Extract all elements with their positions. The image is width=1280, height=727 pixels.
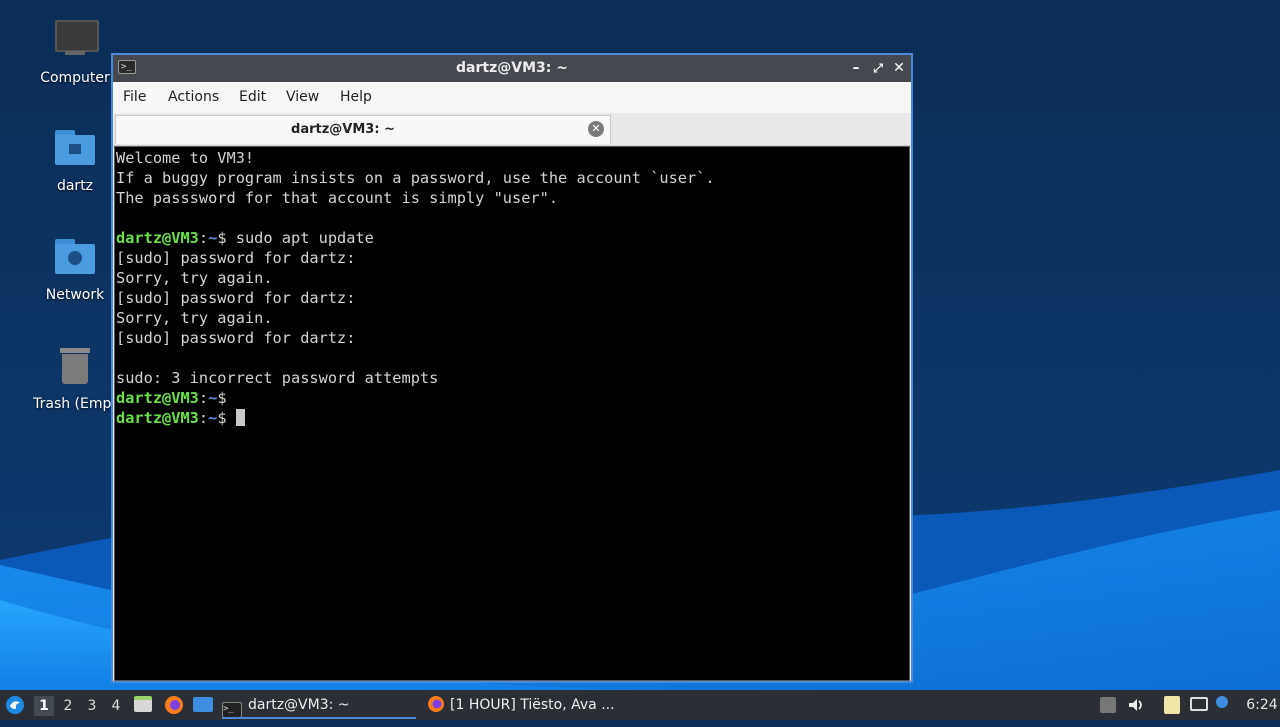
task-label: dartz@VM3: ~ (248, 697, 350, 713)
menu-edit[interactable]: Edit (239, 89, 266, 105)
file-manager-icon (134, 696, 152, 712)
prompt-path: ~ (208, 389, 218, 407)
terminal-prompt-line: dartz@VM3:~$ sudo apt update (116, 229, 374, 247)
network-icon (1190, 697, 1208, 711)
network-folder-icon (51, 235, 99, 283)
firefox-icon (428, 696, 444, 712)
desktop-icon (193, 697, 213, 712)
menu-bar: File Actions Edit View Help (113, 82, 911, 113)
workspace-1[interactable]: 1 (34, 696, 54, 716)
maximize-button[interactable]: ⤢ (869, 59, 887, 77)
home-folder-icon (51, 126, 99, 174)
distro-logo-icon (6, 696, 24, 714)
terminal-line: [sudo] password for dartz: (116, 329, 356, 347)
task-label: [1 HOUR] Tiësto, Ava ... (450, 697, 615, 713)
active-task-indicator (222, 717, 416, 719)
menu-view[interactable]: View (286, 89, 319, 105)
window-title: dartz@VM3: ~ (456, 60, 568, 76)
terminal-line: If a buggy program insists on a password… (116, 169, 715, 187)
window-titlebar[interactable]: >_ dartz@VM3: ~ – ⤢ ✕ (113, 55, 911, 82)
firefox-icon (165, 696, 183, 714)
volume-button[interactable] (1126, 690, 1148, 720)
desktop-icon-label: Computer (40, 70, 110, 86)
tab-label: dartz@VM3: ~ (291, 122, 395, 137)
desktop-icon-label: Trash (Empt (33, 396, 117, 412)
desktop-icon-network[interactable]: Network (25, 235, 125, 303)
trash-icon (51, 344, 99, 392)
menu-help[interactable]: Help (340, 89, 372, 105)
clipboard-icon (1164, 696, 1180, 714)
minimize-button[interactable]: – (847, 59, 865, 77)
network-button[interactable] (1190, 690, 1212, 720)
menu-actions[interactable]: Actions (168, 89, 219, 105)
tab-close-icon[interactable]: ✕ (588, 121, 604, 137)
terminal-line: [sudo] password for dartz: (116, 289, 356, 307)
workspace-3[interactable]: 3 (82, 696, 102, 716)
close-button[interactable]: ✕ (890, 59, 908, 77)
prompt-path: ~ (208, 409, 218, 427)
terminal-prompt-line: dartz@VM3:~$ (116, 408, 909, 428)
app-menu-button[interactable] (4, 690, 28, 720)
terminal-line: [sudo] password for dartz: (116, 249, 356, 267)
notification-icon (1216, 696, 1228, 708)
terminal-line: Welcome to VM3! (116, 149, 255, 167)
file-manager-launcher[interactable] (134, 690, 156, 720)
terminal-line: Sorry, try again. (116, 309, 273, 327)
prompt-user: dartz@VM3 (116, 409, 199, 427)
prompt-user: dartz@VM3 (116, 229, 199, 247)
terminal-window: >_ dartz@VM3: ~ – ⤢ ✕ File Actions Edit … (111, 53, 913, 683)
terminal-line: sudo: 3 incorrect password attempts (116, 369, 439, 387)
show-desktop-button[interactable] (193, 690, 215, 720)
tab-terminal[interactable]: dartz@VM3: ~ ✕ (115, 115, 611, 144)
workspace-4[interactable]: 4 (106, 696, 126, 716)
clipboard-button[interactable] (1164, 690, 1186, 720)
tab-bar: dartz@VM3: ~ ✕ (113, 113, 911, 146)
desktop-icon-trash[interactable]: Trash (Empt (25, 344, 125, 412)
workspace-2[interactable]: 2 (58, 696, 78, 716)
tray-expand-button[interactable] (1100, 690, 1118, 720)
prompt-user: dartz@VM3 (116, 389, 199, 407)
terminal-output[interactable]: Welcome to VM3! If a buggy program insis… (114, 146, 910, 681)
desktop-icon-label: Network (45, 287, 105, 303)
terminal-icon: >_ (222, 702, 242, 718)
task-firefox[interactable]: [1 HOUR] Tiësto, Ava ... (426, 692, 626, 718)
desktop-icon-computer[interactable]: Computer (25, 18, 125, 86)
volume-icon (1129, 699, 1142, 711)
prompt-path: ~ (208, 229, 218, 247)
taskbar: 1 2 3 4 >_ dartz@VM3: ~ [1 HOUR] Tiësto, … (0, 690, 1280, 720)
task-terminal[interactable]: >_ dartz@VM3: ~ (222, 692, 416, 719)
prompt-command: sudo apt update (235, 229, 374, 247)
desktop-icon-label: dartz (56, 178, 94, 194)
terminal-line: The passsword for that account is simply… (116, 189, 559, 207)
terminal-line: Sorry, try again. (116, 269, 273, 287)
terminal-prompt-line: dartz@VM3:~$ (116, 389, 227, 407)
firefox-launcher[interactable] (163, 690, 187, 720)
desktop-icon-home[interactable]: dartz (25, 126, 125, 194)
terminal-cursor (235, 409, 245, 426)
notification-button[interactable] (1216, 690, 1238, 720)
menu-file[interactable]: File (123, 89, 146, 105)
chevron-up-icon (1100, 697, 1116, 713)
computer-icon (51, 18, 99, 66)
clock[interactable]: 6:24 (1246, 690, 1278, 720)
